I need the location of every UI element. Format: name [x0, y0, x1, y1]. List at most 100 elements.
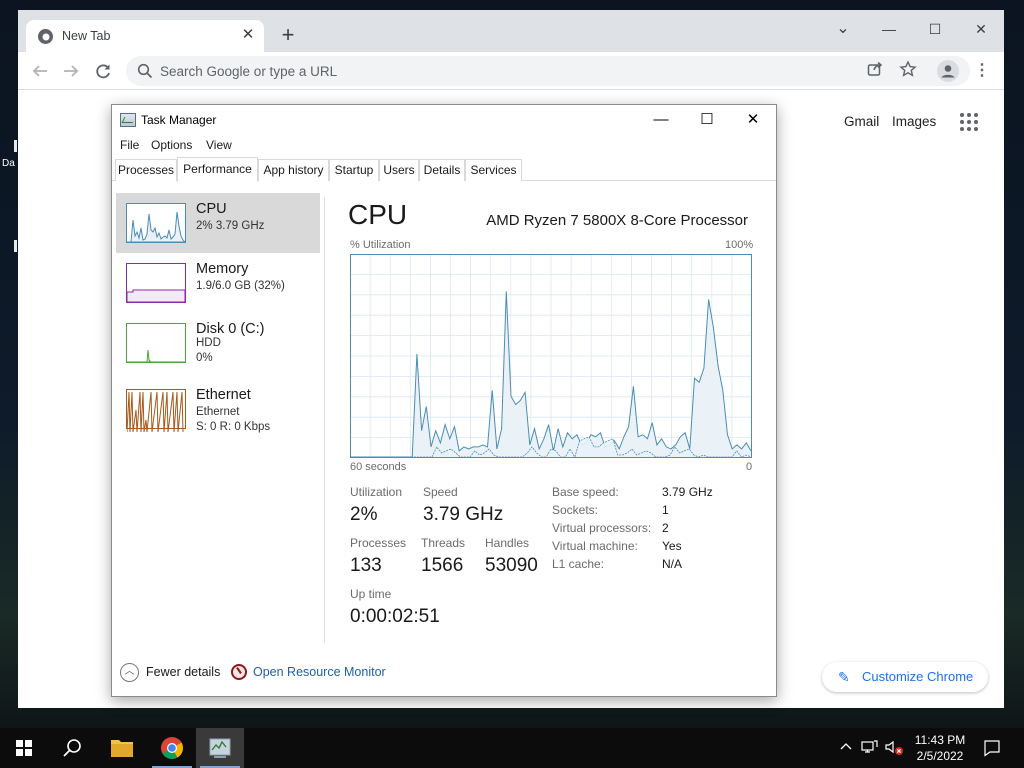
- threads-label: Threads: [421, 536, 466, 550]
- network-icon[interactable]: [861, 739, 879, 758]
- sidebar-ethernet-sub1: Ethernet: [196, 406, 240, 418]
- tab-services[interactable]: Services: [465, 159, 522, 181]
- handles-label: Handles: [485, 536, 530, 550]
- cpu-heading: CPU: [348, 199, 408, 230]
- sidebar-item-cpu[interactable]: CPU 2% 3.79 GHz: [116, 193, 320, 253]
- chrome-icon: [161, 737, 183, 759]
- folder-icon: [111, 740, 133, 757]
- speed-value: 3.79 GHz: [423, 504, 504, 525]
- sockets-label: Sockets:: [552, 503, 599, 517]
- tab-performance[interactable]: Performance: [177, 157, 258, 182]
- sidebar-item-memory[interactable]: Memory 1.9/6.0 GB (32%): [116, 253, 320, 313]
- sidebar-item-disk[interactable]: Disk 0 (C:) HDD 0%: [116, 313, 320, 373]
- menu-options[interactable]: Options: [151, 138, 192, 152]
- search-icon: [136, 62, 154, 80]
- maximize-button[interactable]: ☐: [912, 15, 958, 43]
- cpu-graph-svg: [350, 254, 752, 458]
- back-icon[interactable]: [27, 58, 53, 84]
- chrome-favicon-icon: [38, 29, 53, 44]
- task-manager-app-icon: [120, 113, 136, 127]
- task-manager-taskbar-button[interactable]: [196, 728, 244, 768]
- chevron-up-icon[interactable]: ︿: [120, 663, 139, 682]
- utilization-value: 2%: [350, 504, 378, 525]
- volume-muted-icon[interactable]: [884, 739, 904, 758]
- chrome-menu-icon[interactable]: ⋮: [973, 58, 991, 84]
- minimize-button[interactable]: —: [638, 105, 684, 135]
- reload-icon[interactable]: [90, 58, 116, 84]
- uptime-label: Up time: [350, 587, 392, 601]
- task-manager-icon: [209, 738, 231, 758]
- desktop-edge: Da: [0, 0, 18, 718]
- tab-processes[interactable]: Processes: [115, 159, 177, 181]
- pencil-icon: ✎: [838, 669, 850, 685]
- tab-close-icon[interactable]: ✕: [238, 25, 258, 45]
- tab-search-icon[interactable]: ⌄: [820, 15, 866, 43]
- close-button[interactable]: ✕: [958, 15, 1004, 43]
- bookmark-star-icon[interactable]: [897, 60, 919, 82]
- task-manager-footer: ︿ Fewer details Open Resource Monitor: [112, 660, 776, 686]
- share-icon[interactable]: [864, 60, 886, 82]
- taskbar-clock[interactable]: 11:43 PM 2/5/2022: [906, 732, 974, 764]
- sidebar-disk-title: Disk 0 (C:): [196, 321, 265, 337]
- base-speed-label: Base speed:: [552, 485, 619, 499]
- close-button[interactable]: ✕: [730, 105, 776, 135]
- memory-thumbnail-graph: [126, 263, 186, 303]
- customize-chrome-button[interactable]: ✎ Customize Chrome: [822, 662, 988, 692]
- omnibox[interactable]: Search Google or type a URL: [126, 56, 970, 86]
- base-speed-value: 3.79 GHz: [662, 485, 713, 499]
- file-explorer-button[interactable]: [98, 728, 146, 768]
- virtual-machine-label: Virtual machine:: [552, 539, 638, 553]
- desktop-icon-fragment[interactable]: [14, 140, 17, 152]
- uptime-value: 0:00:02:51: [350, 606, 440, 627]
- search-button[interactable]: [48, 728, 96, 768]
- forward-icon[interactable]: [58, 58, 84, 84]
- chrome-taskbar-button[interactable]: [148, 728, 196, 768]
- desktop-icon-label: Da: [2, 158, 15, 169]
- menu-bar: File Options View: [112, 135, 776, 155]
- cpu-utilization-graph: [350, 254, 752, 458]
- minimize-button[interactable]: —: [866, 15, 912, 43]
- tab-details[interactable]: Details: [419, 159, 465, 181]
- fewer-details-link[interactable]: Fewer details: [146, 665, 220, 679]
- processes-label: Processes: [350, 536, 407, 550]
- tab-startup[interactable]: Startup: [329, 159, 379, 181]
- task-manager-titlebar[interactable]: Task Manager — ☐ ✕: [112, 105, 776, 135]
- sidebar-ethernet-sub2: S: 0 R: 0 Kbps: [196, 421, 271, 433]
- sidebar-ethernet-title: Ethernet: [196, 387, 251, 403]
- sidebar-item-ethernet[interactable]: Ethernet Ethernet S: 0 R: 0 Kbps: [116, 379, 320, 439]
- clock-date: 2/5/2022: [916, 749, 964, 763]
- clock-time: 11:43 PM: [914, 733, 966, 747]
- cpu-model: AMD Ryzen 7 5800X 8-Core Processor: [486, 212, 748, 229]
- sidebar-memory-title: Memory: [196, 261, 249, 277]
- graph-x-right-label: 0: [746, 461, 753, 473]
- virtual-machine-value: Yes: [662, 539, 682, 553]
- tab-users[interactable]: Users: [379, 159, 419, 181]
- menu-view[interactable]: View: [206, 138, 232, 152]
- virtual-processors-label: Virtual processors:: [552, 521, 652, 535]
- window-title: Task Manager: [141, 113, 217, 127]
- maximize-button[interactable]: ☐: [684, 105, 730, 135]
- chrome-titlebar[interactable]: New Tab ✕ + ⌄ — ☐ ✕: [18, 10, 1004, 52]
- sidebar-cpu-sub: 2% 3.79 GHz: [196, 220, 265, 232]
- tab-app-history[interactable]: App history: [258, 159, 329, 181]
- start-button[interactable]: [0, 728, 48, 768]
- images-link[interactable]: Images: [892, 114, 936, 129]
- virtual-processors-value: 2: [662, 521, 669, 535]
- sockets-value: 1: [662, 503, 669, 517]
- menu-file[interactable]: File: [120, 138, 139, 152]
- l1-cache-value: N/A: [662, 557, 683, 571]
- desktop-icon-fragment[interactable]: [14, 240, 17, 252]
- gmail-link[interactable]: Gmail: [844, 114, 879, 129]
- profile-avatar-icon[interactable]: [937, 60, 959, 82]
- customize-chrome-label: Customize Chrome: [862, 669, 974, 684]
- chevron-up-icon[interactable]: [839, 739, 853, 756]
- new-tab-button[interactable]: +: [276, 23, 300, 47]
- tab-bar: Processes Performance App history Startu…: [112, 157, 776, 182]
- l1-cache-label: L1 cache:: [552, 557, 605, 571]
- tab-new-tab[interactable]: New Tab ✕: [26, 20, 264, 52]
- speed-label: Speed: [423, 485, 458, 499]
- open-resource-monitor-link[interactable]: Open Resource Monitor: [253, 665, 386, 679]
- notifications-icon[interactable]: [983, 739, 1001, 760]
- task-manager-window: Task Manager — ☐ ✕ File Options View Pro…: [111, 104, 777, 697]
- google-apps-icon[interactable]: [960, 113, 978, 131]
